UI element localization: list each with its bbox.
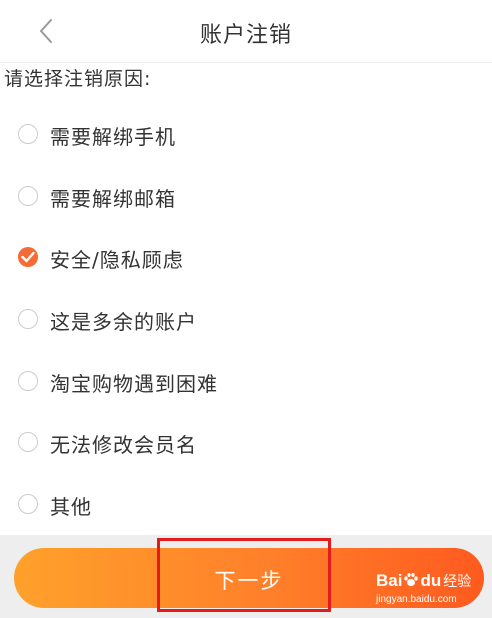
radio-unchecked-icon[interactable] (18, 186, 38, 206)
reason-option-unbind-email[interactable]: 需要解绑邮箱 (0, 172, 492, 222)
radio-unchecked-icon[interactable] (18, 371, 38, 391)
option-label: 安全/隐私顾虑 (50, 248, 184, 272)
account-deletion-page: 账户注销 请选择注销原因: 需要解绑手机 需要解绑邮箱 安全/隐私顾虑 这是多余… (0, 0, 492, 618)
option-label: 需要解绑手机 (50, 125, 176, 149)
radio-unchecked-icon[interactable] (18, 309, 38, 329)
radio-unchecked-icon[interactable] (18, 432, 38, 452)
reason-option-other[interactable]: 其他 (0, 480, 492, 530)
reason-prompt: 请选择注销原因: (4, 68, 152, 90)
reason-option-redundant-account[interactable]: 这是多余的账户 (0, 295, 492, 345)
header-bar: 账户注销 (0, 0, 492, 63)
reason-option-shopping-difficulty[interactable]: 淘宝购物遇到困难 (0, 357, 492, 407)
option-label: 无法修改会员名 (50, 433, 197, 457)
next-step-label: 下一步 (214, 569, 284, 593)
reason-option-security-privacy[interactable]: 安全/隐私顾虑 (0, 233, 492, 283)
radio-checked-icon[interactable] (18, 247, 38, 267)
option-label: 淘宝购物遇到困难 (50, 372, 218, 396)
option-label: 需要解绑邮箱 (50, 187, 176, 211)
page-title: 账户注销 (199, 23, 292, 48)
checkmark-icon (21, 251, 35, 263)
option-label: 其他 (50, 495, 92, 519)
option-label: 这是多余的账户 (50, 310, 197, 334)
reason-option-cannot-change-name[interactable]: 无法修改会员名 (0, 418, 492, 468)
next-step-button[interactable]: 下一步 (14, 548, 484, 608)
reason-option-unbind-phone[interactable]: 需要解绑手机 (0, 110, 492, 160)
radio-unchecked-icon[interactable] (18, 124, 38, 144)
radio-unchecked-icon[interactable] (18, 494, 38, 514)
